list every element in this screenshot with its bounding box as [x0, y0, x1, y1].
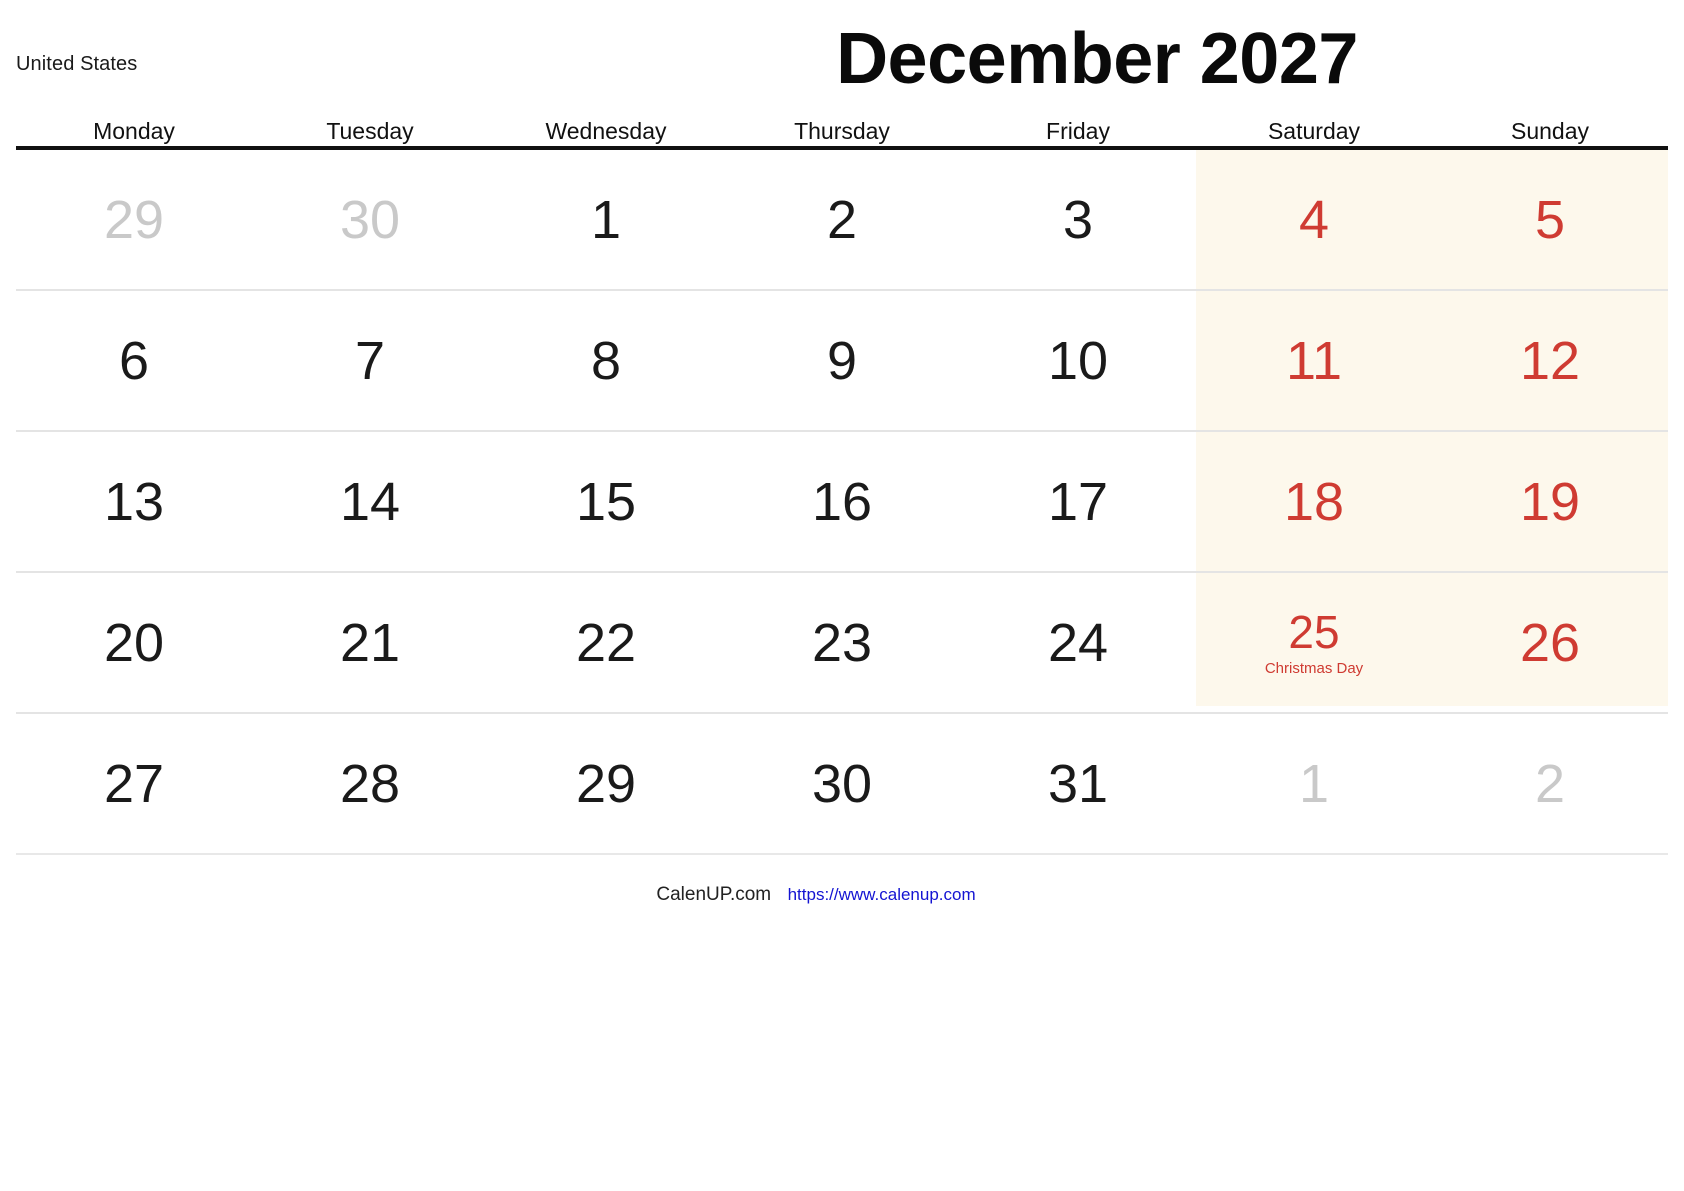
day-number: 17 [1047, 471, 1109, 532]
day-number: 27 [103, 753, 165, 814]
day-number: 2 [826, 189, 858, 250]
day-cell[interactable]: 15 [488, 432, 724, 571]
week-row: 27 28 29 30 31 1 2 [16, 714, 1668, 855]
day-cell[interactable]: 29 [488, 714, 724, 853]
day-cell[interactable]: 3 [960, 150, 1196, 289]
day-cell[interactable]: 1 [488, 150, 724, 289]
day-number: 15 [575, 471, 637, 532]
day-number: 31 [1047, 753, 1109, 814]
day-number: 6 [118, 330, 150, 391]
day-number: 18 [1283, 471, 1345, 532]
day-cell[interactable]: 1 [1196, 714, 1432, 853]
weekday-tuesday: Tuesday [326, 118, 414, 144]
weekday-wednesday: Wednesday [545, 118, 667, 144]
calendar-header: United States December 2027 [0, 0, 1684, 108]
day-number: 2 [1534, 753, 1566, 814]
day-number: 4 [1298, 189, 1330, 250]
day-cell[interactable]: 29 [16, 150, 252, 289]
week-row: 29 30 1 2 3 4 5 [16, 150, 1668, 291]
day-number: 7 [354, 330, 386, 391]
weekday-monday: Monday [93, 118, 175, 144]
day-number: 10 [1047, 330, 1109, 391]
day-cell[interactable]: 4 [1196, 150, 1432, 289]
day-cell[interactable]: 27 [16, 714, 252, 853]
day-cell[interactable]: 17 [960, 432, 1196, 571]
day-cell[interactable]: 18 [1196, 432, 1432, 571]
day-cell[interactable]: 31 [960, 714, 1196, 853]
day-cell[interactable]: 7 [252, 291, 488, 430]
footer: CalenUP.com https://www.calenup.com [0, 884, 1658, 906]
day-number: 28 [339, 753, 401, 814]
day-number: 24 [1047, 612, 1109, 673]
day-cell[interactable]: 25 Christmas Day [1196, 573, 1432, 712]
day-number: 20 [103, 612, 165, 673]
day-cell[interactable]: 30 [724, 714, 960, 853]
day-number: 30 [811, 753, 873, 814]
country-label: United States [16, 53, 138, 75]
weekday-sunday: Sunday [1510, 118, 1589, 144]
day-number: 26 [1519, 612, 1581, 673]
day-cell[interactable]: 26 [1432, 573, 1668, 712]
day-number: 25 [1288, 606, 1340, 658]
day-number: 23 [811, 612, 873, 673]
day-number: 22 [575, 612, 637, 673]
week-row: 6 7 8 9 10 11 12 [16, 291, 1668, 432]
day-number: 30 [339, 189, 401, 250]
day-cell[interactable]: 13 [16, 432, 252, 571]
day-cell[interactable]: 2 [1432, 714, 1668, 853]
day-cell[interactable]: 24 [960, 573, 1196, 712]
day-cell[interactable]: 20 [16, 573, 252, 712]
day-number: 19 [1519, 471, 1581, 532]
day-number: 8 [590, 330, 622, 391]
day-number: 1 [1298, 753, 1330, 814]
holiday-label: Christmas Day [1264, 660, 1364, 677]
day-number: 3 [1062, 189, 1094, 250]
day-number: 12 [1519, 330, 1581, 391]
day-cell[interactable]: 6 [16, 291, 252, 430]
day-cell[interactable]: 21 [252, 573, 488, 712]
day-number: 1 [590, 189, 622, 250]
day-number: 11 [1285, 330, 1343, 391]
day-number: 21 [339, 612, 401, 673]
day-number: 5 [1534, 189, 1566, 250]
day-cell[interactable]: 22 [488, 573, 724, 712]
day-number: 16 [811, 471, 873, 532]
week-row: 13 14 15 16 17 18 19 [16, 432, 1668, 573]
weekday-thursday: Thursday [794, 118, 890, 144]
footer-url-link[interactable]: https://www.calenup.com [788, 885, 976, 904]
calendar-weeks: 29 30 1 2 3 4 5 6 7 8 9 10 11 12 13 14 15 16 17 18 19 20 21 22 2… [16, 150, 1668, 855]
weekday-friday: Friday [1046, 118, 1110, 144]
day-cell[interactable]: 30 [252, 150, 488, 289]
calendar-page: United States December 2027 Monday Tuesd… [0, 0, 1684, 1191]
day-cell[interactable]: 14 [252, 432, 488, 571]
day-number: 29 [575, 753, 637, 814]
day-cell[interactable]: 5 [1432, 150, 1668, 289]
day-cell[interactable]: 8 [488, 291, 724, 430]
weekday-header-row: Monday Tuesday Wednesday Thursday Friday… [16, 108, 1668, 146]
day-number: 29 [103, 189, 165, 250]
day-cell[interactable]: 9 [724, 291, 960, 430]
page-title: December 2027 [836, 19, 1358, 99]
day-cell[interactable]: 11 [1196, 291, 1432, 430]
day-number: 14 [339, 471, 401, 532]
calendar-grid: Monday Tuesday Wednesday Thursday Friday… [16, 108, 1668, 855]
day-cell[interactable]: 19 [1432, 432, 1668, 571]
day-number: 9 [826, 330, 858, 391]
day-cell[interactable]: 2 [724, 150, 960, 289]
day-cell[interactable]: 16 [724, 432, 960, 571]
week-row: 20 21 22 23 24 25 Christmas Day 26 [16, 573, 1668, 714]
day-cell[interactable]: 28 [252, 714, 488, 853]
day-cell[interactable]: 12 [1432, 291, 1668, 430]
footer-brand: CalenUP.com [656, 884, 772, 905]
day-cell[interactable]: 23 [724, 573, 960, 712]
day-number: 13 [103, 471, 165, 532]
day-cell[interactable]: 10 [960, 291, 1196, 430]
weekday-saturday: Saturday [1267, 118, 1361, 144]
